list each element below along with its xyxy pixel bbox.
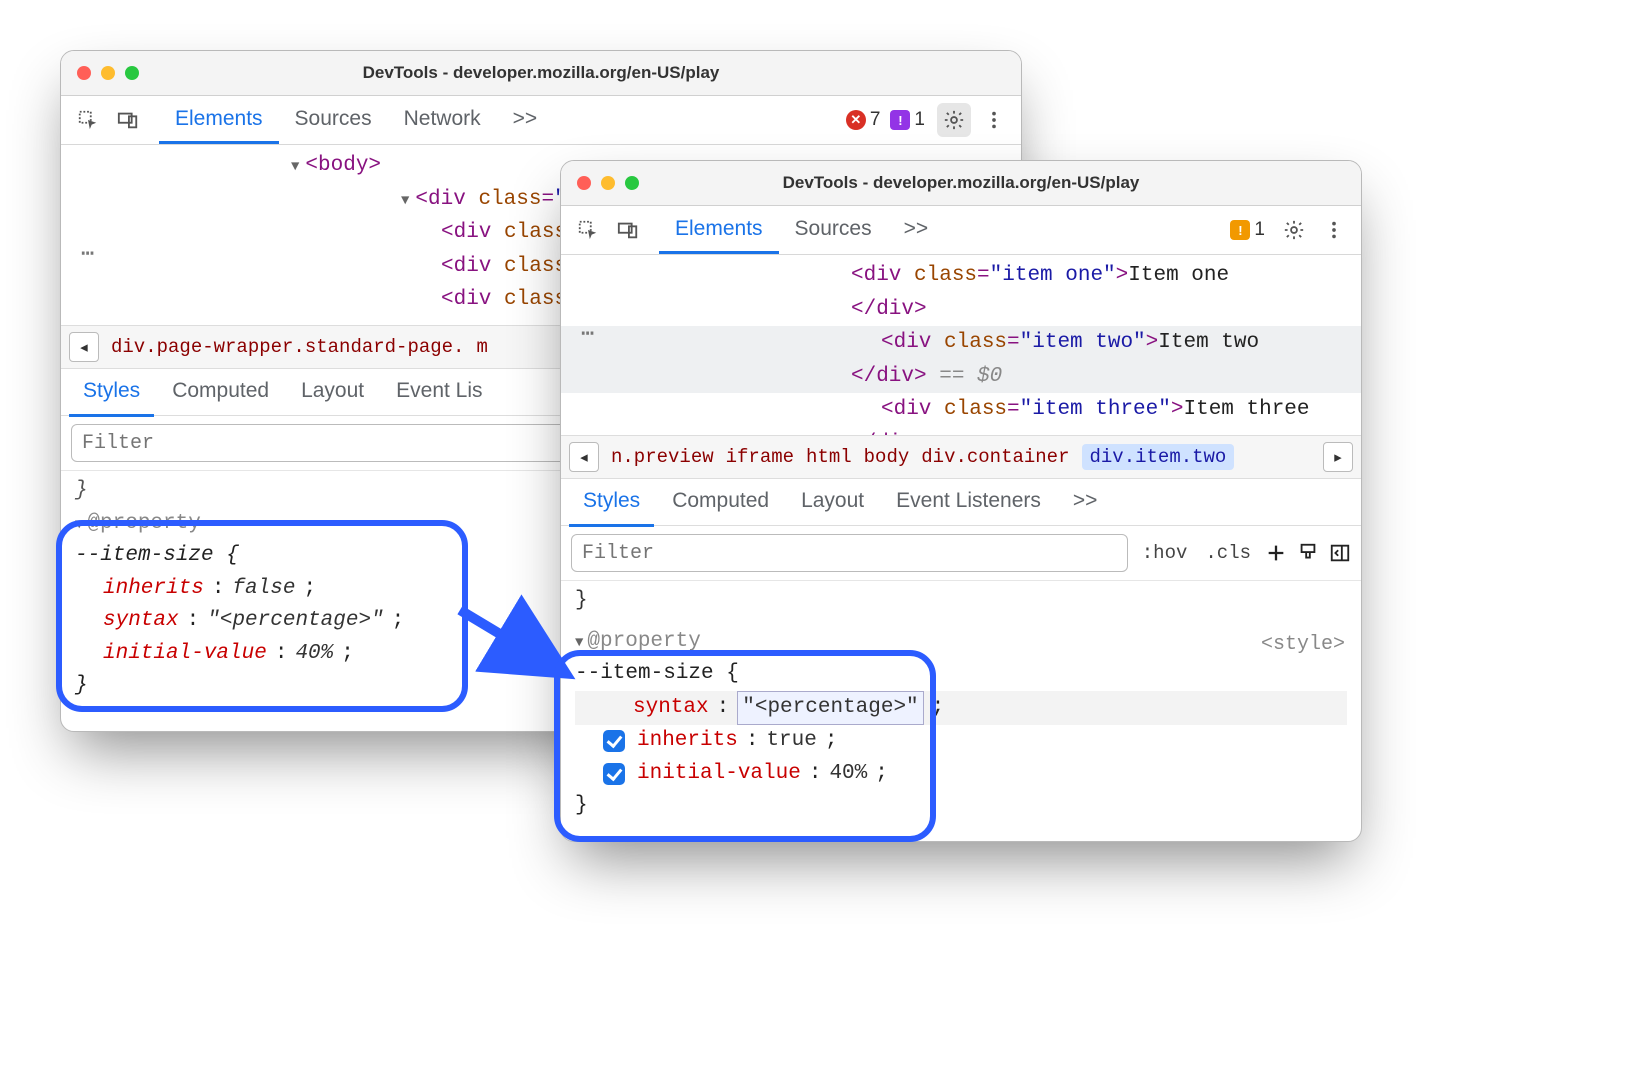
subtab-computed[interactable]: Computed — [658, 478, 783, 527]
breadcrumb-prev-icon[interactable]: ◂ — [569, 442, 599, 472]
dom-body-tag: <body> — [305, 154, 381, 177]
minimize-window-button[interactable] — [101, 66, 115, 80]
tab-sources[interactable]: Sources — [779, 206, 888, 254]
zoom-window-button[interactable] — [625, 176, 639, 190]
styles-subtabs: Styles Computed Layout Event Listeners >… — [561, 479, 1361, 526]
dom-div-tag: <div — [441, 288, 491, 311]
dom-div-tag: <div — [415, 188, 465, 211]
rule-selector: --item-size { — [575, 662, 739, 685]
breadcrumb-trail[interactable]: ◂ n.preview iframe html body div.contain… — [561, 435, 1361, 479]
breadcrumb-item[interactable]: div.page-wrapper.standard-page. — [111, 336, 464, 358]
device-toolbar-icon[interactable] — [111, 103, 145, 137]
styles-filter-input[interactable] — [571, 534, 1128, 572]
atproperty-rule: @property — [87, 512, 200, 535]
inspect-element-icon[interactable] — [571, 213, 605, 247]
rule-selector: --item-size { — [75, 544, 239, 567]
window-title: DevTools - developer.mozilla.org/en-US/p… — [561, 173, 1361, 193]
computed-sidebar-icon[interactable] — [1329, 542, 1351, 564]
dom-div-tag: <div — [441, 255, 491, 278]
breadcrumb-item[interactable]: html — [806, 446, 852, 468]
panel-tabs: Elements Sources Network >> — [159, 96, 553, 144]
error-count[interactable]: ✕ 7 — [846, 109, 881, 131]
hov-toggle[interactable]: :hov — [1138, 540, 1192, 566]
message-icon: ! — [890, 110, 910, 130]
close-window-button[interactable] — [577, 176, 591, 190]
new-style-rule-icon[interactable] — [1265, 542, 1287, 564]
message-count-value: 1 — [1254, 219, 1265, 241]
subtab-layout[interactable]: Layout — [287, 368, 378, 417]
device-toolbar-icon[interactable] — [611, 213, 645, 247]
zoom-window-button[interactable] — [125, 66, 139, 80]
message-count-value: 1 — [914, 109, 925, 131]
dom-div-tag: <div — [441, 221, 491, 244]
kebab-menu-icon[interactable] — [977, 103, 1011, 137]
breadcrumb-item[interactable]: m — [476, 336, 487, 358]
subtab-events[interactable]: Event Lis — [382, 368, 496, 417]
close-window-button[interactable] — [77, 66, 91, 80]
subtab-styles[interactable]: Styles — [69, 368, 154, 417]
subtab-styles[interactable]: Styles — [569, 478, 654, 527]
brush-icon[interactable] — [1297, 542, 1319, 564]
dom-text: Item two — [1158, 331, 1259, 354]
atproperty-rule: @property — [587, 630, 700, 653]
error-icon: ✕ — [846, 110, 866, 130]
breadcrumb-item[interactable]: n.preview — [611, 446, 714, 468]
issues-group: ! 1 — [1230, 219, 1265, 241]
subtabs-overflow[interactable]: >> — [1059, 478, 1112, 527]
panel-tabs: Elements Sources >> — [659, 206, 944, 254]
message-count[interactable]: ! 1 — [1230, 219, 1265, 241]
tab-elements[interactable]: Elements — [159, 96, 279, 144]
breadcrumb-selected[interactable]: div.item.two — [1082, 444, 1235, 470]
issues-group: ✕ 7 ! 1 — [846, 109, 925, 131]
tab-sources[interactable]: Sources — [279, 96, 388, 144]
message-icon: ! — [1230, 220, 1250, 240]
ellipsis-icon[interactable]: ⋯ — [581, 317, 596, 352]
main-toolbar: Elements Sources Network >> ✕ 7 ! 1 — [61, 96, 1021, 145]
ellipsis-icon[interactable]: ⋯ — [81, 237, 96, 272]
minimize-window-button[interactable] — [601, 176, 615, 190]
breadcrumb-item[interactable]: iframe — [726, 446, 794, 468]
styles-rules-pane[interactable]: } ▼@property --item-size { <style> synta… — [561, 581, 1361, 841]
inspect-element-icon[interactable] — [71, 103, 105, 137]
breadcrumb-prev-icon[interactable]: ◂ — [69, 332, 99, 362]
subtab-events[interactable]: Event Listeners — [882, 478, 1055, 527]
error-count-value: 7 — [870, 109, 881, 131]
titlebar: DevTools - developer.mozilla.org/en-US/p… — [561, 161, 1361, 206]
titlebar: DevTools - developer.mozilla.org/en-US/p… — [61, 51, 1021, 96]
subtab-layout[interactable]: Layout — [787, 478, 878, 527]
message-count[interactable]: ! 1 — [890, 109, 925, 131]
breadcrumb-item[interactable]: body — [864, 446, 910, 468]
settings-icon[interactable] — [1277, 213, 1311, 247]
devtools-window-b: DevTools - developer.mozilla.org/en-US/p… — [560, 160, 1362, 842]
style-source-link[interactable]: <style> — [1261, 629, 1345, 660]
settings-icon[interactable] — [937, 103, 971, 137]
kebab-menu-icon[interactable] — [1317, 213, 1351, 247]
property-toggle[interactable] — [603, 763, 625, 785]
main-toolbar: Elements Sources >> ! 1 — [561, 206, 1361, 255]
tab-elements[interactable]: Elements — [659, 206, 779, 254]
breadcrumb-next-icon[interactable]: ▸ — [1323, 442, 1353, 472]
property-toggle[interactable] — [603, 730, 625, 752]
styles-filter-bar: :hov .cls — [561, 526, 1361, 581]
elements-dom-tree[interactable]: ⋯ <div class="item one">Item one </div> … — [561, 255, 1361, 435]
cls-toggle[interactable]: .cls — [1201, 540, 1255, 566]
breadcrumb-item[interactable]: div.container — [921, 446, 1069, 468]
css-value-editing[interactable]: "<percentage>" — [737, 691, 923, 726]
tab-network[interactable]: Network — [388, 96, 497, 144]
selected-marker: == $0 — [927, 365, 1003, 388]
traffic-lights — [561, 176, 639, 190]
tabs-overflow[interactable]: >> — [497, 96, 554, 144]
window-title: DevTools - developer.mozilla.org/en-US/p… — [61, 63, 1021, 83]
subtab-computed[interactable]: Computed — [158, 368, 283, 417]
tabs-overflow[interactable]: >> — [888, 206, 945, 254]
traffic-lights — [61, 66, 139, 80]
